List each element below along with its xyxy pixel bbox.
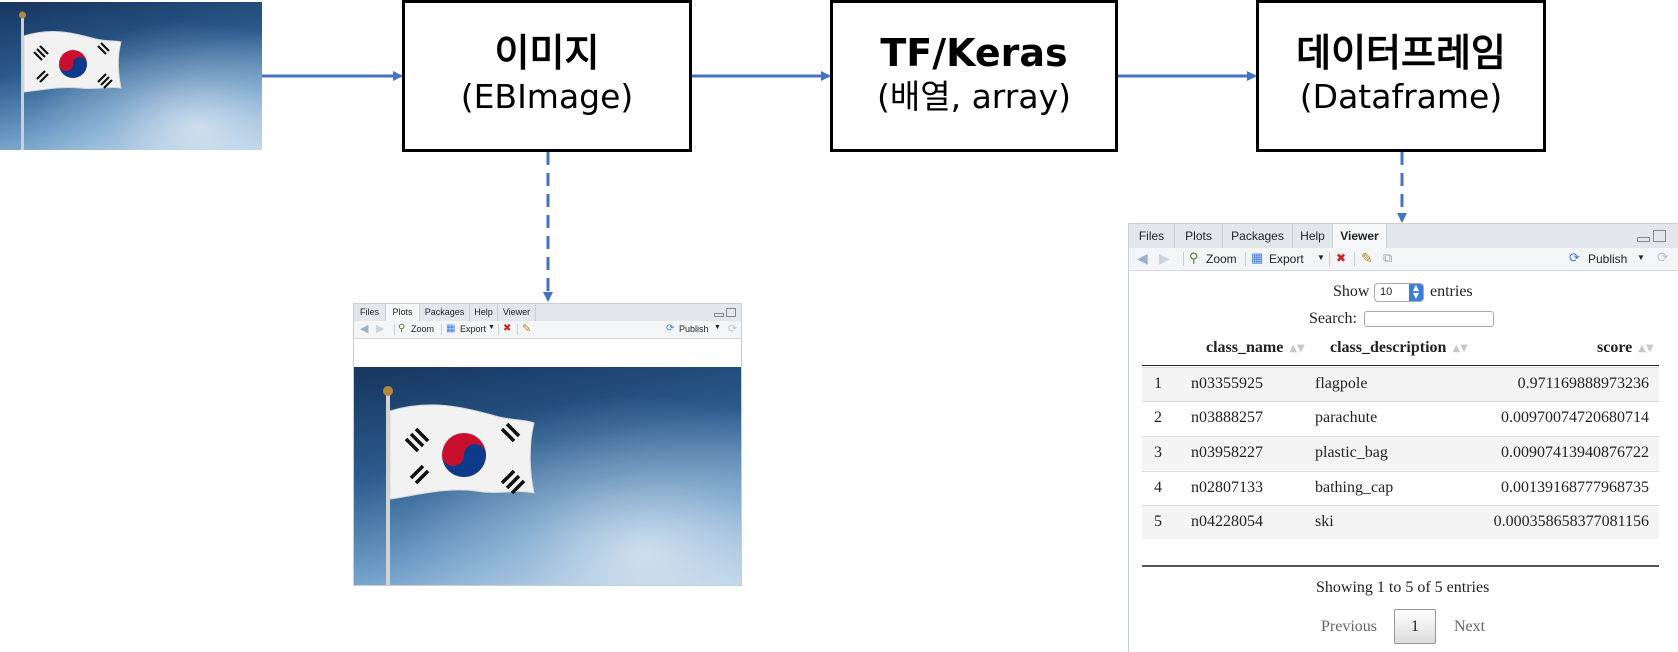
show-label: Show bbox=[1333, 283, 1370, 300]
chevron-down-icon: ▼ bbox=[488, 324, 495, 331]
search-label: Search: bbox=[1309, 310, 1357, 327]
node-image-title: 이미지 bbox=[494, 31, 600, 75]
table-row[interactable]: 5 n04228054 ski 0.000358658377081156 bbox=[1142, 505, 1659, 539]
export-icon: ▦ bbox=[1251, 250, 1264, 265]
column-header-class-name[interactable]: class_name ▲▼ bbox=[1206, 339, 1305, 357]
publish-button[interactable]: Publish bbox=[1588, 252, 1627, 266]
viewer-pane-toolbar: ◀ ▶ ⚲ Zoom ▦ Export ▼ ✖ ✎ ⧉ ⟳ Publish ▼ … bbox=[1129, 248, 1678, 271]
zoom-icon: ⚲ bbox=[1189, 250, 1199, 265]
publish-icon: ⟳ bbox=[1569, 250, 1580, 265]
previous-button[interactable]: Previous bbox=[1321, 618, 1377, 636]
sort-icon: ▲▼ bbox=[1452, 343, 1468, 354]
plots-pane-tabbar: Files Plots Packages Help Viewer bbox=[354, 304, 741, 322]
node-image: 이미지 (EBImage) bbox=[402, 0, 692, 152]
tab-plots[interactable]: Plots bbox=[386, 304, 420, 321]
chevron-down-icon: ▼ bbox=[714, 324, 721, 331]
node-tfkeras: TF/Keras (배열, array) bbox=[830, 0, 1118, 152]
page-button-label: 1 bbox=[1411, 618, 1419, 635]
sort-icon: ▲▼ bbox=[1638, 343, 1654, 354]
broom-icon[interactable]: ✎ bbox=[522, 322, 531, 335]
zoom-icon: ⚲ bbox=[398, 323, 406, 334]
tab-help[interactable]: Help bbox=[470, 304, 498, 321]
node-tfkeras-title: TF/Keras bbox=[880, 31, 1068, 75]
export-icon: ▦ bbox=[446, 323, 456, 334]
broom-icon[interactable]: ✎ bbox=[1361, 250, 1373, 267]
chevron-down-icon: ▼ bbox=[1637, 253, 1645, 262]
maximize-icon[interactable] bbox=[726, 308, 736, 317]
table-row[interactable]: 2 n03888257 parachute 0.0097007472068071… bbox=[1142, 401, 1659, 435]
zoom-button[interactable]: Zoom bbox=[411, 324, 434, 334]
refresh-icon[interactable]: ⟳ bbox=[728, 322, 737, 335]
node-tfkeras-subtitle: (배열, array) bbox=[877, 77, 1071, 116]
tab-viewer[interactable]: Viewer bbox=[498, 304, 536, 321]
next-button[interactable]: Next bbox=[1454, 618, 1485, 636]
table-info: Showing 1 to 5 of 5 entries bbox=[1316, 579, 1490, 596]
export-button[interactable]: Export bbox=[460, 324, 486, 334]
publish-button[interactable]: Publish bbox=[679, 324, 709, 334]
maximize-icon[interactable] bbox=[1653, 230, 1666, 242]
plot-flag-image bbox=[354, 367, 741, 585]
chevron-down-icon: ▼ bbox=[1317, 253, 1325, 262]
node-dataframe: 데이터프레임 (Dataframe) bbox=[1256, 0, 1546, 152]
back-arrow-icon[interactable]: ◀ bbox=[360, 322, 368, 335]
page-button-1[interactable]: 1 bbox=[1394, 609, 1436, 644]
back-arrow-icon[interactable]: ◀ bbox=[1137, 250, 1148, 267]
tab-files[interactable]: Files bbox=[354, 304, 386, 321]
column-header-score[interactable]: score ▲▼ bbox=[1597, 339, 1654, 357]
node-dataframe-subtitle: (Dataframe) bbox=[1299, 77, 1503, 116]
table-row[interactable]: 1 n03355925 flagpole 0.971169888973236 bbox=[1142, 367, 1659, 401]
popout-icon[interactable]: ⧉ bbox=[1383, 250, 1392, 266]
header-rule bbox=[1142, 365, 1659, 366]
export-button[interactable]: Export bbox=[1269, 252, 1304, 266]
tab-help[interactable]: Help bbox=[1293, 224, 1333, 248]
table-row[interactable]: 3 n03958227 plastic_bag 0.00907413940876… bbox=[1142, 436, 1659, 470]
remove-plot-icon[interactable]: ✖ bbox=[503, 323, 511, 334]
tab-packages[interactable]: Packages bbox=[420, 304, 470, 321]
table-row[interactable]: 4 n02807133 bathing_cap 0.00139168777968… bbox=[1142, 471, 1659, 505]
plots-pane-toolbar: ◀ ▶ ⚲ Zoom ▦ Export ▼ ✖ ✎ ⟳ Publish ▼ ⟳ bbox=[354, 321, 741, 339]
page-length-select[interactable]: 10 ▲ ▼ bbox=[1374, 283, 1424, 302]
tab-packages[interactable]: Packages bbox=[1223, 224, 1293, 248]
forward-arrow-icon[interactable]: ▶ bbox=[1159, 250, 1170, 267]
minimize-icon[interactable] bbox=[1637, 237, 1650, 242]
tab-plots[interactable]: Plots bbox=[1175, 224, 1223, 248]
search-input[interactable] bbox=[1364, 311, 1494, 327]
tab-files[interactable]: Files bbox=[1129, 224, 1175, 248]
sort-icon: ▲▼ bbox=[1289, 343, 1305, 354]
tab-viewer[interactable]: Viewer bbox=[1333, 224, 1387, 248]
clear-icon[interactable]: ✖ bbox=[1336, 251, 1346, 265]
minimize-icon[interactable] bbox=[714, 313, 724, 317]
zoom-button[interactable]: Zoom bbox=[1206, 252, 1237, 266]
page-length-value: 10 bbox=[1380, 286, 1393, 298]
select-stepper-icon: ▲ ▼ bbox=[1409, 284, 1423, 301]
publish-icon: ⟳ bbox=[666, 323, 675, 334]
plots-pane: Files Plots Packages Help Viewer ◀ ▶ ⚲ Z… bbox=[353, 303, 742, 586]
column-header-class-description[interactable]: class_description ▲▼ bbox=[1330, 339, 1468, 357]
node-image-subtitle: (EBImage) bbox=[460, 77, 634, 116]
refresh-icon[interactable]: ⟳ bbox=[1657, 249, 1669, 266]
source-flag-photo bbox=[0, 2, 262, 150]
entries-label: entries bbox=[1430, 283, 1473, 300]
viewer-pane-tabbar: Files Plots Packages Help Viewer bbox=[1129, 224, 1678, 249]
footer-rule bbox=[1142, 565, 1659, 567]
forward-arrow-icon[interactable]: ▶ bbox=[376, 322, 384, 335]
node-dataframe-title: 데이터프레임 bbox=[1296, 31, 1506, 75]
